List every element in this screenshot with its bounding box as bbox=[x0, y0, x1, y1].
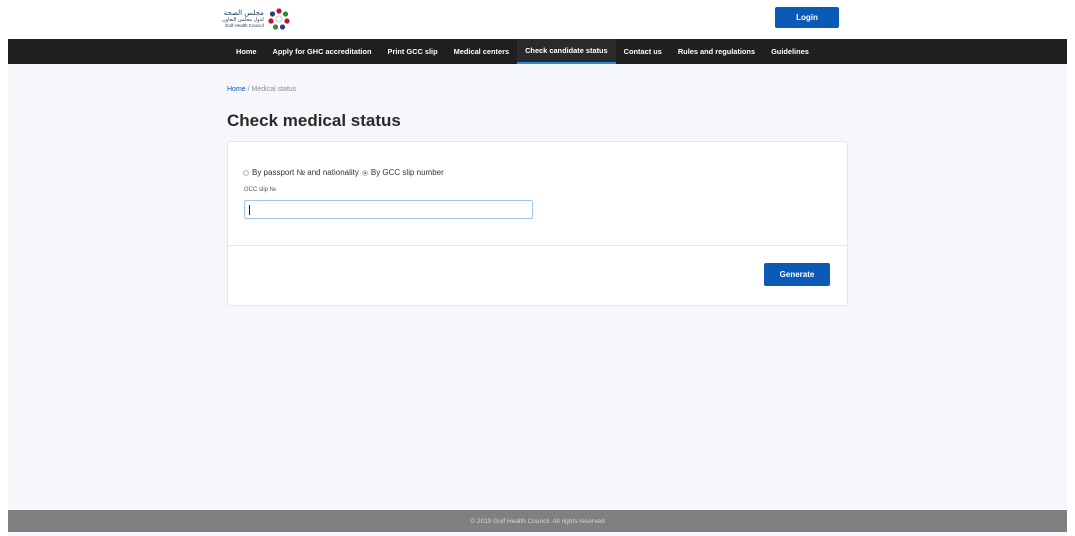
radio-by-gcc-slip-label[interactable]: By GCC slip number bbox=[371, 168, 444, 177]
generate-button[interactable]: Generate bbox=[764, 263, 830, 286]
council-emblem-icon bbox=[268, 8, 290, 30]
gulf-health-council-logo[interactable]: مجلس الصحة لدول مجلس التعاون Gulf Health… bbox=[222, 4, 290, 34]
breadcrumb-current: Medical status bbox=[251, 86, 297, 93]
nav-item-print-gcc-slip[interactable]: Print GCC slip bbox=[380, 39, 446, 64]
breadcrumb-home-link[interactable]: Home bbox=[227, 86, 246, 93]
logo-text: مجلس الصحة لدول مجلس التعاون Gulf Health… bbox=[222, 8, 264, 29]
search-mode-radio-group: By passport № and nationality By GCC sli… bbox=[243, 168, 444, 177]
login-button[interactable]: Login bbox=[775, 7, 839, 28]
status-form-card: By passport № and nationality By GCC sli… bbox=[227, 141, 848, 306]
logo-arabic-line2: لدول مجلس التعاون bbox=[222, 16, 264, 23]
radio-by-gcc-slip[interactable] bbox=[361, 169, 368, 176]
nav-item-check-candidate-status[interactable]: Check candidate status bbox=[517, 39, 616, 64]
copyright-text: © 2019 Gulf Health Council. All rights r… bbox=[470, 517, 605, 525]
nav-item-apply-accreditation[interactable]: Apply for GHC accreditation bbox=[265, 39, 380, 64]
main-navbar: Home Apply for GHC accreditation Print G… bbox=[8, 39, 1067, 64]
nav-item-rules-regulations[interactable]: Rules and regulations bbox=[670, 39, 763, 64]
nav-item-medical-centers[interactable]: Medical centers bbox=[446, 39, 517, 64]
text-cursor bbox=[249, 205, 250, 215]
page-frame: مجلس الصحة لدول مجلس التعاون Gulf Health… bbox=[8, 0, 1067, 536]
nav-item-home[interactable]: Home bbox=[228, 39, 265, 64]
radio-by-passport[interactable] bbox=[243, 169, 249, 176]
logo-arabic-line1: مجلس الصحة bbox=[223, 8, 264, 17]
nav-items: Home Apply for GHC accreditation Print G… bbox=[228, 39, 817, 64]
nav-item-guidelines[interactable]: Guidelines bbox=[763, 39, 817, 64]
logo-english: Gulf Health Council bbox=[224, 22, 264, 28]
radio-by-passport-label[interactable]: By passport № and nationality bbox=[252, 168, 359, 177]
breadcrumb-separator: / bbox=[247, 86, 250, 93]
footer: © 2019 Gulf Health Council. All rights r… bbox=[8, 510, 1067, 532]
card-divider bbox=[228, 245, 847, 246]
nav-item-contact-us[interactable]: Contact us bbox=[616, 39, 670, 64]
gcc-slip-field-label: GCC slip № bbox=[244, 187, 277, 193]
page-title: Check medical status bbox=[227, 111, 401, 130]
top-bar: مجلس الصحة لدول مجلس التعاون Gulf Health… bbox=[8, 0, 1067, 39]
gcc-slip-input[interactable] bbox=[244, 200, 533, 219]
breadcrumb: Home / Medical status bbox=[227, 86, 296, 93]
